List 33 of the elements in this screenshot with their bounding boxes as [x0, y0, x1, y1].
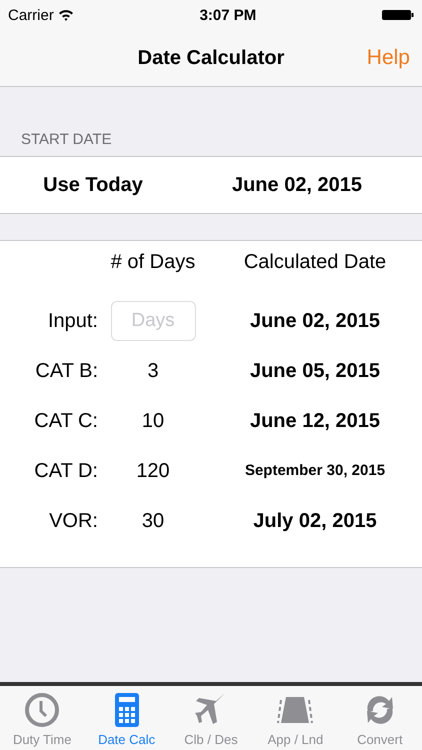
row-label: CAT C:: [33, 409, 98, 434]
column-header: # of Days: [110, 251, 196, 275]
nav-title: Date Calculator: [138, 46, 284, 70]
days-value: 30: [142, 510, 164, 532]
clock-icon: [24, 692, 60, 728]
calculated-date: June 12, 2015: [248, 409, 382, 434]
tab-item[interactable]: Date Calc: [84, 686, 169, 750]
battery-icon: [382, 9, 414, 21]
use-today-label: Use Today: [43, 174, 143, 196]
tab-item[interactable]: Convert: [338, 686, 422, 750]
row-label: Input:: [46, 309, 98, 334]
calculated-date: September 30, 2015: [244, 461, 386, 481]
carrier-name: Carrier: [8, 6, 54, 24]
start-date-row[interactable]: Use Today June 02, 2015: [0, 156, 422, 214]
section-header: START DATE: [20, 130, 113, 150]
tab-item[interactable]: Duty Time: [0, 686, 84, 750]
tab-item[interactable]: Clb / Des: [168, 686, 254, 750]
calculated-date: June 02, 2015: [248, 309, 382, 334]
row-label: CAT B:: [34, 359, 98, 384]
days-value: 3: [147, 360, 159, 382]
days-value: 120: [136, 460, 170, 482]
clock-time: 3:07 PM: [200, 6, 256, 24]
calculated-date: June 05, 2015: [248, 359, 382, 384]
column-header: Calculated Date: [242, 251, 388, 275]
calculated-date: July 02, 2015: [252, 509, 378, 534]
tab-item[interactable]: App / Lnd: [253, 686, 338, 750]
start-date-value: June 02, 2015: [232, 174, 362, 196]
row-label: CAT D:: [33, 459, 98, 484]
help-link[interactable]: Help: [366, 46, 410, 70]
days-input-field[interactable]: Days: [110, 301, 196, 341]
days-value: 10: [142, 410, 164, 432]
row-label: VOR:: [48, 509, 98, 534]
wifi-icon: [58, 9, 74, 21]
